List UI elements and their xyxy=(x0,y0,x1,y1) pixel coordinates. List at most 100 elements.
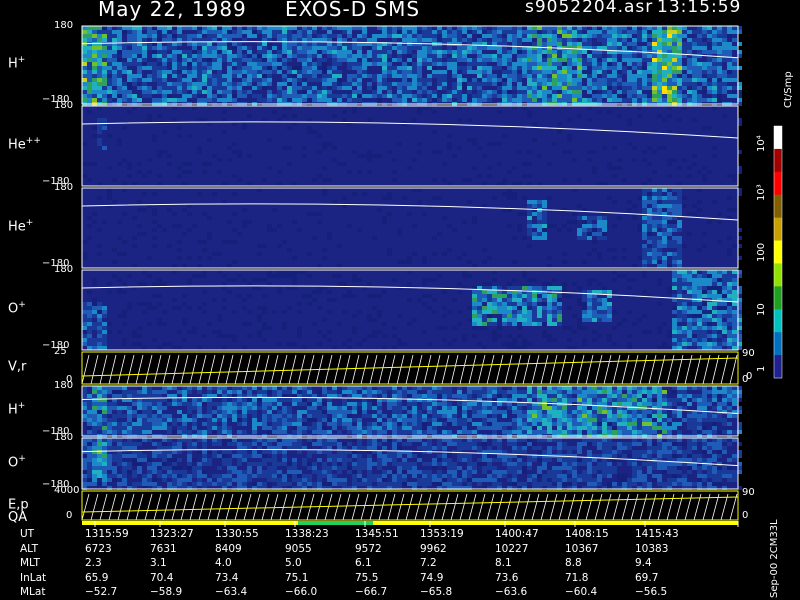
heatmap-cell xyxy=(547,414,552,418)
heatmap-cell xyxy=(572,414,577,418)
heatmap-cell xyxy=(162,34,167,38)
heatmap-cell xyxy=(512,38,517,42)
heatmap-cell xyxy=(317,98,322,102)
heatmap-cell xyxy=(542,66,547,70)
heatmap-cell xyxy=(707,334,712,338)
heatmap-cell xyxy=(107,70,112,74)
heatmap-cell xyxy=(322,166,327,170)
heatmap-cell xyxy=(672,334,677,338)
heatmap-cell xyxy=(132,38,137,42)
heatmap-cell xyxy=(202,30,207,34)
heatmap-cell xyxy=(572,314,577,318)
heatmap-cell xyxy=(677,260,682,264)
heatmap-cell xyxy=(442,326,447,330)
heatmap-cell xyxy=(517,150,522,154)
heatmap-cell xyxy=(132,216,137,220)
heatmap-cell xyxy=(612,46,617,50)
heatmap-cell xyxy=(432,38,437,42)
heatmap-cell xyxy=(472,50,477,54)
heatmap-cell xyxy=(362,386,367,390)
heatmap-cell xyxy=(212,26,217,30)
heatmap-cell xyxy=(692,322,697,326)
heatmap-cell xyxy=(477,410,482,414)
heatmap-cell xyxy=(622,26,627,30)
heatmap-cell xyxy=(182,318,187,322)
heatmap-cell xyxy=(532,406,537,410)
heatmap-cell xyxy=(282,406,287,410)
heatmap-cell xyxy=(562,74,567,78)
heatmap-cell xyxy=(157,174,162,178)
heatmap-cell xyxy=(612,82,617,86)
heatmap-cell xyxy=(387,74,392,78)
heatmap-cell xyxy=(362,94,367,98)
heatmap-cell xyxy=(152,406,157,410)
heatmap-cell xyxy=(667,46,672,50)
heatmap-cell xyxy=(582,390,587,394)
heatmap-cell xyxy=(652,208,657,212)
heatmap-cell xyxy=(482,322,487,326)
heatmap-cell xyxy=(142,418,147,422)
heatmap-cell xyxy=(712,30,717,34)
heatmap-cell xyxy=(662,54,667,58)
heatmap-cell xyxy=(522,286,527,290)
heatmap-cell xyxy=(657,70,662,74)
heatmap-cell xyxy=(582,306,587,310)
heatmap-cell xyxy=(302,426,307,430)
heatmap-cell xyxy=(257,406,262,410)
heatmap-cell xyxy=(157,82,162,86)
heatmap-cell xyxy=(432,310,437,314)
heatmap-cell xyxy=(162,422,167,426)
heatmap-cell xyxy=(582,38,587,42)
heatmap-cell xyxy=(197,386,202,390)
heatmap-cell xyxy=(317,134,322,138)
heatmap-cell xyxy=(257,390,262,394)
heatmap-cell xyxy=(657,256,662,260)
heatmap-cell xyxy=(252,94,257,98)
heatmap-cell xyxy=(397,402,402,406)
heatmap-cell xyxy=(502,30,507,34)
heatmap-cell xyxy=(137,38,142,42)
heatmap-cell xyxy=(732,318,737,322)
heatmap-cell xyxy=(497,66,502,70)
heatmap-cell xyxy=(112,394,117,398)
heatmap-cell xyxy=(507,294,512,298)
heatmap-cell xyxy=(277,426,282,430)
heatmap-cell xyxy=(522,38,527,42)
heatmap-cell xyxy=(522,322,527,326)
heatmap-cell xyxy=(297,54,302,58)
heatmap-cell xyxy=(322,66,327,70)
heatmap-cell xyxy=(92,306,97,310)
heatmap-cell xyxy=(357,94,362,98)
heatmap-cell xyxy=(582,224,587,228)
heatmap-cell xyxy=(322,98,327,102)
heatmap-cell xyxy=(687,306,692,310)
heatmap-cell xyxy=(612,66,617,70)
heatmap-cell xyxy=(667,162,672,166)
heatmap-cell xyxy=(437,46,442,50)
heatmap-cell xyxy=(117,422,122,426)
heatmap-cell xyxy=(477,386,482,390)
heatmap-cell xyxy=(392,334,397,338)
heatmap-cell xyxy=(632,46,637,50)
heatmap-cell xyxy=(412,42,417,46)
heatmap-cell xyxy=(482,154,487,158)
heatmap-cell xyxy=(412,252,417,256)
heatmap-cell xyxy=(262,54,267,58)
heatmap-cell xyxy=(517,228,522,232)
heatmap-cell xyxy=(457,50,462,54)
heatmap-cell xyxy=(352,38,357,42)
heatmap-cell xyxy=(337,406,342,410)
heatmap-cell xyxy=(192,418,197,422)
heatmap-cell xyxy=(677,220,682,224)
heatmap-cell xyxy=(532,212,537,216)
heatmap-cell xyxy=(247,82,252,86)
heatmap-cell xyxy=(627,74,632,78)
heatmap-cell xyxy=(87,418,92,422)
heatmap-cell xyxy=(562,34,567,38)
heatmap-cell xyxy=(542,330,547,334)
heatmap-cell xyxy=(302,46,307,50)
heatmap-cell xyxy=(442,82,447,86)
heatmap-cell xyxy=(397,314,402,318)
heatmap-cell xyxy=(602,74,607,78)
heatmap-cell xyxy=(712,318,717,322)
